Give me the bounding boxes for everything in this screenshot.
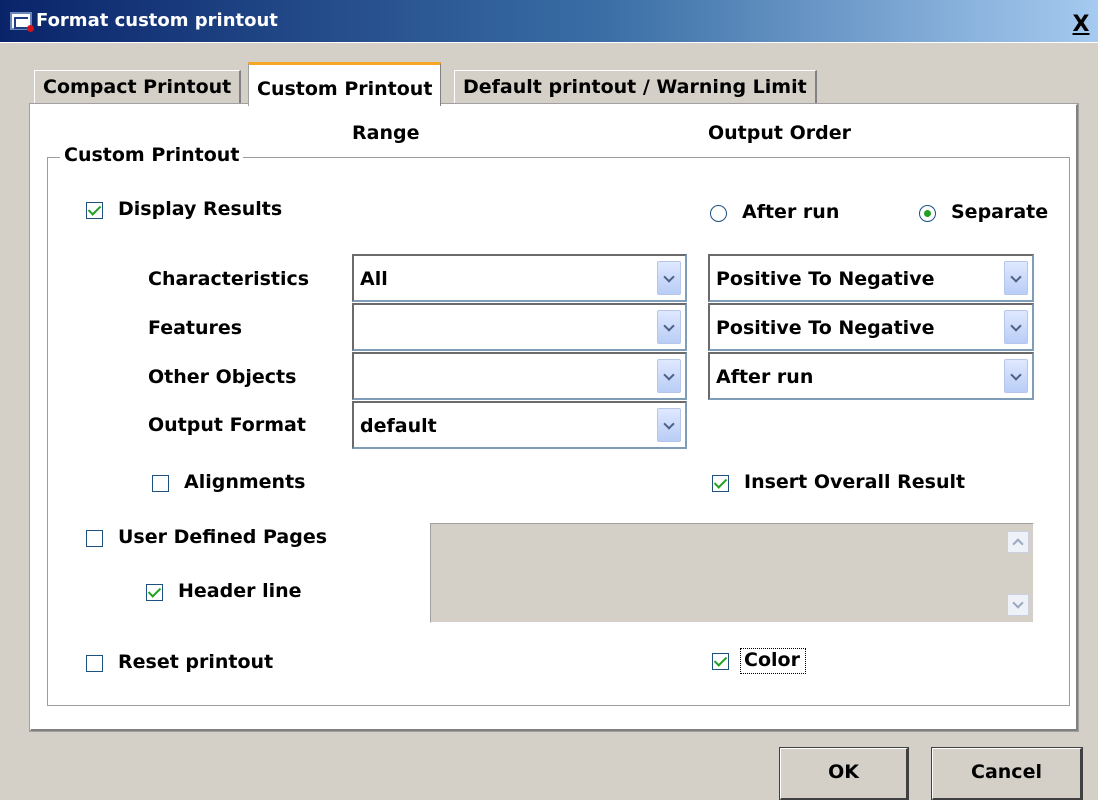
features-order-value: Positive To Negative [716,317,935,339]
features-range-select[interactable] [352,303,687,351]
display-results-label: Display Results [118,198,283,220]
chevron-down-icon[interactable] [1004,261,1028,295]
after-run-radio[interactable] [710,205,727,222]
color-checkbox[interactable] [712,653,729,670]
tab-default-printout-warning-limit[interactable]: Default printout / Warning Limit [454,70,817,104]
characteristics-order-value: Positive To Negative [716,268,935,290]
reset-printout-label: Reset printout [118,651,274,673]
after-run-radio-label: After run [742,201,840,223]
chevron-down-icon[interactable] [657,408,681,442]
characteristics-order-select[interactable]: Positive To Negative [708,254,1034,302]
characteristics-label: Characteristics [148,268,310,290]
output-format-select[interactable]: default [352,401,687,449]
app-icon [10,12,34,32]
scroll-up-icon[interactable] [1007,531,1029,553]
title-bar: Format custom printout [0,0,1098,43]
chevron-down-icon[interactable] [657,310,681,344]
output-format-value: default [360,415,437,437]
tab-custom-printout[interactable]: Custom Printout [248,62,442,106]
cancel-button[interactable]: Cancel [931,747,1083,800]
features-label: Features [148,317,243,339]
chevron-down-icon[interactable] [1004,310,1028,344]
range-header: Range [352,122,420,144]
characteristics-range-value: All [360,268,388,290]
tab-compact-printout[interactable]: Compact Printout [34,70,242,104]
scroll-down-icon[interactable] [1007,594,1029,616]
alignments-checkbox[interactable] [152,475,169,492]
separate-radio[interactable] [919,205,936,222]
user-defined-pages-checkbox[interactable] [86,530,103,547]
features-order-select[interactable]: Positive To Negative [708,303,1034,351]
other-objects-order-select[interactable]: After run [708,352,1034,400]
header-line-label: Header line [178,580,302,602]
chevron-down-icon[interactable] [657,261,681,295]
output-format-label: Output Format [148,414,306,436]
user-defined-pages-list[interactable] [430,523,1034,623]
display-results-checkbox[interactable] [86,202,103,219]
close-icon[interactable]: X [1070,14,1092,36]
other-objects-range-select[interactable] [352,352,687,400]
window-title: Format custom printout [36,10,278,31]
header-line-checkbox[interactable] [146,584,163,601]
insert-overall-result-checkbox[interactable] [712,475,729,492]
output-order-header: Output Order [708,122,851,144]
characteristics-range-select[interactable]: All [352,254,687,302]
other-objects-label: Other Objects [148,366,297,388]
insert-overall-result-label: Insert Overall Result [744,471,966,493]
chevron-down-icon[interactable] [657,359,681,393]
ok-button[interactable]: OK [779,747,909,800]
color-label: Color [744,649,800,671]
chevron-down-icon[interactable] [1004,359,1028,393]
reset-printout-checkbox[interactable] [86,655,103,672]
alignments-label: Alignments [184,471,306,493]
group-label: Custom Printout [60,144,244,166]
separate-radio-label: Separate [951,201,1049,223]
user-defined-pages-label: User Defined Pages [118,526,328,548]
other-objects-order-value: After run [716,366,814,388]
